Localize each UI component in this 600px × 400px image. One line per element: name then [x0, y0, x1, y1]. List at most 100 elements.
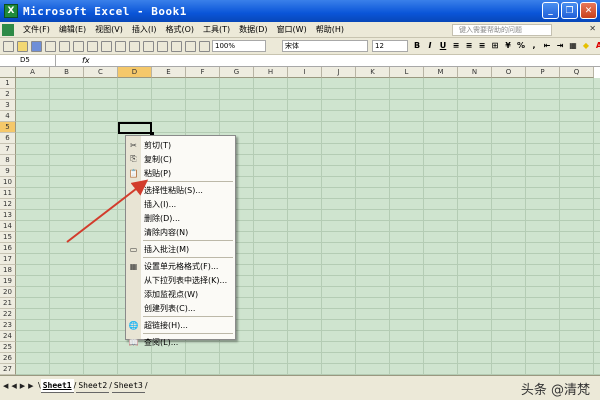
row-header-26[interactable]: 26 — [0, 353, 16, 364]
column-header-d[interactable]: D — [118, 67, 152, 78]
menu-data[interactable]: 数据(D) — [239, 24, 267, 35]
row-header-9[interactable]: 9 — [0, 166, 16, 177]
row-header-18[interactable]: 18 — [0, 265, 16, 276]
restore-button[interactable]: ❐ — [561, 2, 578, 19]
row-header-8[interactable]: 8 — [0, 155, 16, 166]
row-header-16[interactable]: 16 — [0, 243, 16, 254]
column-header-i[interactable]: I — [288, 67, 322, 78]
first-sheet-icon[interactable]: ◀ — [3, 382, 8, 390]
row-header-12[interactable]: 12 — [0, 199, 16, 210]
tab-sheet1[interactable]: Sheet1 — [40, 379, 74, 393]
row-header-13[interactable]: 13 — [0, 210, 16, 221]
row-header-15[interactable]: 15 — [0, 232, 16, 243]
zoom-select[interactable]: 100% — [212, 40, 266, 52]
context-menu-item[interactable]: 删除(D)... — [126, 211, 235, 225]
row-header-7[interactable]: 7 — [0, 144, 16, 155]
column-header-m[interactable]: M — [424, 67, 458, 78]
row-header-23[interactable]: 23 — [0, 320, 16, 331]
merge-center-icon[interactable]: ⊞ — [490, 41, 500, 51]
context-menu-item[interactable]: ⎘ 复制(C) — [126, 152, 235, 166]
increase-indent-icon[interactable]: ⇥ — [555, 41, 565, 51]
menu-edit[interactable]: 编辑(E) — [59, 24, 86, 35]
column-header-n[interactable]: N — [458, 67, 492, 78]
context-menu-item[interactable]: 🌐 超链接(H)... — [126, 318, 235, 332]
row-header-24[interactable]: 24 — [0, 331, 16, 342]
row-header-3[interactable]: 3 — [0, 100, 16, 111]
column-header-c[interactable]: C — [84, 67, 118, 78]
currency-icon[interactable]: ¥ — [503, 41, 513, 51]
worksheet-grid[interactable]: ABCDEFGHIJKLMNOPQ 1 2 3 4 5 6 7 8 9 10 11 12 13 14 15 1… — [0, 67, 600, 375]
spelling-icon[interactable] — [87, 40, 98, 52]
menu-file[interactable]: 文件(F) — [23, 24, 50, 35]
context-menu-item[interactable]: 创建列表(C)... — [126, 301, 235, 315]
row-header-6[interactable]: 6 — [0, 133, 16, 144]
menu-window[interactable]: 窗口(W) — [277, 24, 307, 35]
print-preview-icon[interactable] — [73, 40, 84, 52]
column-header-g[interactable]: G — [220, 67, 254, 78]
decrease-indent-icon[interactable]: ⇤ — [542, 41, 552, 51]
row-header-14[interactable]: 14 — [0, 221, 16, 232]
italic-icon[interactable]: I — [425, 41, 435, 51]
column-header-f[interactable]: F — [186, 67, 220, 78]
close-button[interactable]: ✕ — [580, 2, 597, 19]
select-all-corner[interactable] — [0, 67, 16, 78]
undo-icon[interactable] — [157, 40, 168, 52]
borders-icon[interactable]: ▦ — [568, 41, 578, 51]
context-menu-item[interactable]: 插入(I)... — [126, 197, 235, 211]
minimize-button[interactable]: _ — [542, 2, 559, 19]
row-header-10[interactable]: 10 — [0, 177, 16, 188]
menu-help[interactable]: 帮助(H) — [316, 24, 344, 35]
column-header-j[interactable]: J — [322, 67, 356, 78]
row-header-19[interactable]: 19 — [0, 276, 16, 287]
workbook-close-icon[interactable]: ✕ — [589, 24, 596, 33]
print-icon[interactable] — [59, 40, 70, 52]
menu-tools[interactable]: 工具(T) — [203, 24, 230, 35]
name-box[interactable]: D5 — [2, 55, 56, 66]
context-menu-item[interactable]: 清除内容(N) — [126, 225, 235, 239]
context-menu-item[interactable]: 添加监视点(W) — [126, 287, 235, 301]
row-header-1[interactable]: 1 — [0, 78, 16, 89]
open-icon[interactable] — [17, 40, 28, 52]
context-menu-item[interactable]: ▭ 插入批注(M) — [126, 242, 235, 256]
fx-icon[interactable]: fx — [82, 55, 90, 66]
row-header-25[interactable]: 25 — [0, 342, 16, 353]
row-header-22[interactable]: 22 — [0, 309, 16, 320]
column-header-a[interactable]: A — [16, 67, 50, 78]
row-header-21[interactable]: 21 — [0, 298, 16, 309]
row-header-27[interactable]: 27 — [0, 364, 16, 375]
next-sheet-icon[interactable]: ▶ — [20, 382, 25, 390]
percent-icon[interactable]: % — [516, 41, 526, 51]
permission-icon[interactable] — [45, 40, 56, 52]
context-menu-item[interactable]: 从下拉列表中选择(K)... — [126, 273, 235, 287]
font-color-icon[interactable]: A — [594, 41, 600, 51]
row-header-11[interactable]: 11 — [0, 188, 16, 199]
row-header-2[interactable]: 2 — [0, 89, 16, 100]
align-right-icon[interactable]: ≡ — [477, 41, 487, 51]
underline-icon[interactable]: U — [438, 41, 448, 51]
column-header-h[interactable]: H — [254, 67, 288, 78]
font-size-select[interactable]: 12 — [372, 40, 408, 52]
cell-area[interactable] — [16, 78, 600, 375]
research-toolbar-icon[interactable] — [101, 40, 112, 52]
menu-view[interactable]: 视图(V) — [95, 24, 123, 35]
comma-icon[interactable]: , — [529, 41, 539, 51]
align-center-icon[interactable]: ≡ — [464, 41, 474, 51]
active-cell-d5[interactable] — [118, 122, 154, 136]
column-header-b[interactable]: B — [50, 67, 84, 78]
context-menu-item[interactable]: ✂ 剪切(T) — [126, 138, 235, 152]
context-menu-item[interactable]: 📋 粘贴(P) — [126, 166, 235, 180]
autosum-icon[interactable] — [199, 40, 210, 52]
paste-toolbar-icon[interactable] — [143, 40, 154, 52]
new-icon[interactable] — [3, 40, 14, 52]
menu-format[interactable]: 格式(O) — [165, 24, 194, 35]
column-header-o[interactable]: O — [492, 67, 526, 78]
context-menu-item[interactable]: 选择性粘贴(S)... — [126, 183, 235, 197]
excel-menu-icon[interactable] — [2, 23, 14, 36]
row-header-4[interactable]: 4 — [0, 111, 16, 122]
column-header-k[interactable]: K — [356, 67, 390, 78]
context-menu-item[interactable]: ▦ 设置单元格格式(F)... — [126, 259, 235, 273]
context-menu-item[interactable]: 📖 查阅(L)... — [126, 335, 235, 349]
row-header-20[interactable]: 20 — [0, 287, 16, 298]
row-header-17[interactable]: 17 — [0, 254, 16, 265]
column-header-q[interactable]: Q — [560, 67, 594, 78]
